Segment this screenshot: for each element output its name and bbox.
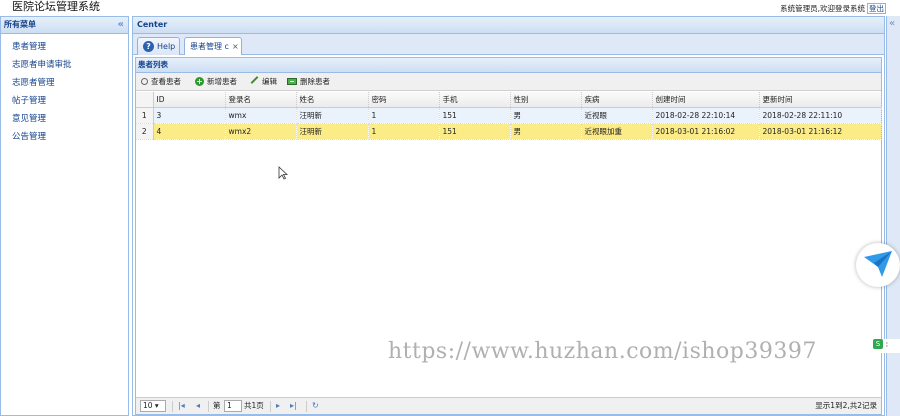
- close-icon[interactable]: ×: [232, 42, 239, 51]
- pager-separator: [270, 401, 271, 412]
- center-panel-title: Center: [137, 20, 168, 29]
- row-number: 1: [136, 107, 154, 124]
- tab-bar: ? Help 患者管理 c ×: [133, 34, 884, 55]
- column-header[interactable]: ID: [153, 92, 226, 108]
- grid-toolbar: 查看患者 + 新增患者 编辑 删除患者: [136, 73, 881, 91]
- column-header[interactable]: 更新时间: [759, 92, 882, 108]
- page-total: 共1页: [244, 401, 264, 410]
- add-icon: +: [195, 76, 204, 86]
- patient-table: ID 登录名 姓名 密码 手机 性别 疾病 创建时间 更新时间 1 3 wmx …: [136, 92, 882, 140]
- column-header[interactable]: 密码: [368, 92, 440, 108]
- column-header[interactable]: 性别: [510, 92, 582, 108]
- search-icon: [141, 77, 148, 85]
- pagination-bar: 10 ▾ |◂ ◂ 第 1 共1页 ▸ ▸| ↻ 显示1到2,共2记录: [136, 397, 881, 414]
- pager-separator: [306, 401, 307, 412]
- menu-item-feedback[interactable]: 意见管理: [1, 110, 128, 128]
- pager-info: 显示1到2,共2记录: [815, 401, 877, 410]
- table-cell: 近视眼加重: [581, 123, 653, 140]
- page-size-select[interactable]: 10 ▾: [140, 400, 166, 412]
- first-page-icon[interactable]: |◂: [178, 400, 185, 412]
- center-panel-header: Center: [133, 17, 884, 34]
- watermark-text: https://www.huzhan.com/ishop39397: [388, 339, 817, 364]
- tab-refresh-marker[interactable]: c: [225, 42, 229, 51]
- table-cell: 151: [439, 107, 511, 124]
- table-cell: 汪明新: [296, 123, 369, 140]
- table-header-row: ID 登录名 姓名 密码 手机 性别 疾病 创建时间 更新时间: [136, 92, 882, 108]
- next-page-icon[interactable]: ▸: [276, 400, 280, 412]
- menu-list: 患者管理 志愿者申请审批 志愿者管理 帖子管理 意见管理 公告管理: [1, 34, 128, 146]
- menu-item-volunteers[interactable]: 志愿者管理: [1, 74, 128, 92]
- remove-icon: [287, 77, 297, 85]
- table-cell: 1: [368, 123, 440, 140]
- view-patient-label: 查看患者: [151, 77, 181, 86]
- collapse-west-icon[interactable]: «: [118, 17, 124, 33]
- row-number: 2: [136, 123, 154, 140]
- column-header[interactable]: 手机: [439, 92, 511, 108]
- row-number-header: [136, 92, 154, 108]
- table-cell: 2018-03-01 21:16:12: [759, 123, 882, 140]
- app-title: 医院论坛管理系统: [12, 0, 100, 13]
- last-page-icon[interactable]: ▸|: [290, 400, 297, 412]
- page-prefix: 第: [213, 401, 221, 410]
- remove-patient-label: 删除患者: [300, 77, 330, 86]
- tab-patient-management[interactable]: 患者管理 c ×: [184, 37, 242, 55]
- table-cell: 男: [510, 107, 582, 124]
- table-cell: wmx2: [225, 123, 297, 140]
- menu-panel-header: 所有菜单 «: [1, 17, 128, 34]
- menu-item-patients[interactable]: 患者管理: [1, 38, 128, 56]
- menu-item-posts[interactable]: 帖子管理: [1, 92, 128, 110]
- page-number-input[interactable]: 1: [224, 400, 242, 412]
- table-cell: 近视眼: [581, 107, 653, 124]
- view-patient-button[interactable]: 查看患者: [141, 75, 181, 89]
- top-bar: 医院论坛管理系统 系统管理员,欢迎登录系统 登出: [0, 0, 900, 16]
- app-root: 医院论坛管理系统 系统管理员,欢迎登录系统 登出 所有菜单 « 患者管理 志愿者申…: [0, 0, 900, 416]
- table-row-selected[interactable]: 2 4 wmx2 汪明新 1 151 男 近视眼加重 2018-03-01 21…: [136, 123, 882, 140]
- table-row[interactable]: 1 3 wmx 汪明新 1 151 男 近视眼 2018-02-28 22:10…: [136, 107, 882, 124]
- table-cell: 3: [153, 107, 226, 124]
- pager-separator: [208, 401, 209, 412]
- tab-help-label: Help: [157, 42, 176, 51]
- pencil-icon: [250, 76, 259, 84]
- help-icon: ?: [143, 41, 154, 52]
- side-widget-icon: S: [873, 339, 883, 349]
- column-header[interactable]: 疾病: [581, 92, 653, 108]
- tab-patient-management-label: 患者管理: [190, 42, 222, 51]
- grid-title: 患者列表: [136, 58, 881, 73]
- floating-bird-icon[interactable]: [856, 243, 900, 287]
- user-info: 系统管理员,欢迎登录系统 登出: [780, 3, 886, 14]
- logout-link[interactable]: 登出: [867, 3, 886, 14]
- add-patient-button[interactable]: + 新增患者: [195, 75, 237, 89]
- table-cell: 2018-02-28 22:11:10: [759, 107, 882, 124]
- refresh-icon[interactable]: ↻: [312, 400, 319, 412]
- column-header[interactable]: 姓名: [296, 92, 369, 108]
- expand-east-icon[interactable]: «: [889, 18, 895, 29]
- mouse-cursor-icon: [278, 166, 288, 180]
- remove-patient-button[interactable]: 删除患者: [287, 75, 330, 89]
- menu-item-announcements[interactable]: 公告管理: [1, 128, 128, 146]
- edit-label: 编辑: [262, 77, 277, 86]
- table-cell: 2018-02-28 22:10:14: [652, 107, 760, 124]
- column-header[interactable]: 创建时间: [652, 92, 760, 108]
- table-cell: 4: [153, 123, 226, 140]
- welcome-text: 系统管理员,欢迎登录系统: [780, 4, 865, 13]
- edit-button[interactable]: 编辑: [250, 75, 277, 89]
- table-cell: 151: [439, 123, 511, 140]
- add-patient-label: 新增患者: [207, 77, 237, 86]
- table-cell: 1: [368, 107, 440, 124]
- pager-separator: [172, 401, 173, 412]
- menu-item-volunteer-applications[interactable]: 志愿者申请审批: [1, 56, 128, 74]
- table-cell: 2018-03-01 21:16:02: [652, 123, 760, 140]
- table-cell: wmx: [225, 107, 297, 124]
- east-panel-collapsed: «: [886, 16, 900, 416]
- table-cell: 男: [510, 123, 582, 140]
- tab-help[interactable]: ? Help: [137, 37, 180, 55]
- side-widget[interactable]: S :: [873, 339, 900, 353]
- menu-panel-title: 所有菜单: [4, 20, 36, 29]
- prev-page-icon[interactable]: ◂: [196, 400, 200, 412]
- west-menu-panel: 所有菜单 « 患者管理 志愿者申请审批 志愿者管理 帖子管理 意见管理 公告管理: [0, 16, 129, 416]
- table-cell: 汪明新: [296, 107, 369, 124]
- column-header[interactable]: 登录名: [225, 92, 297, 108]
